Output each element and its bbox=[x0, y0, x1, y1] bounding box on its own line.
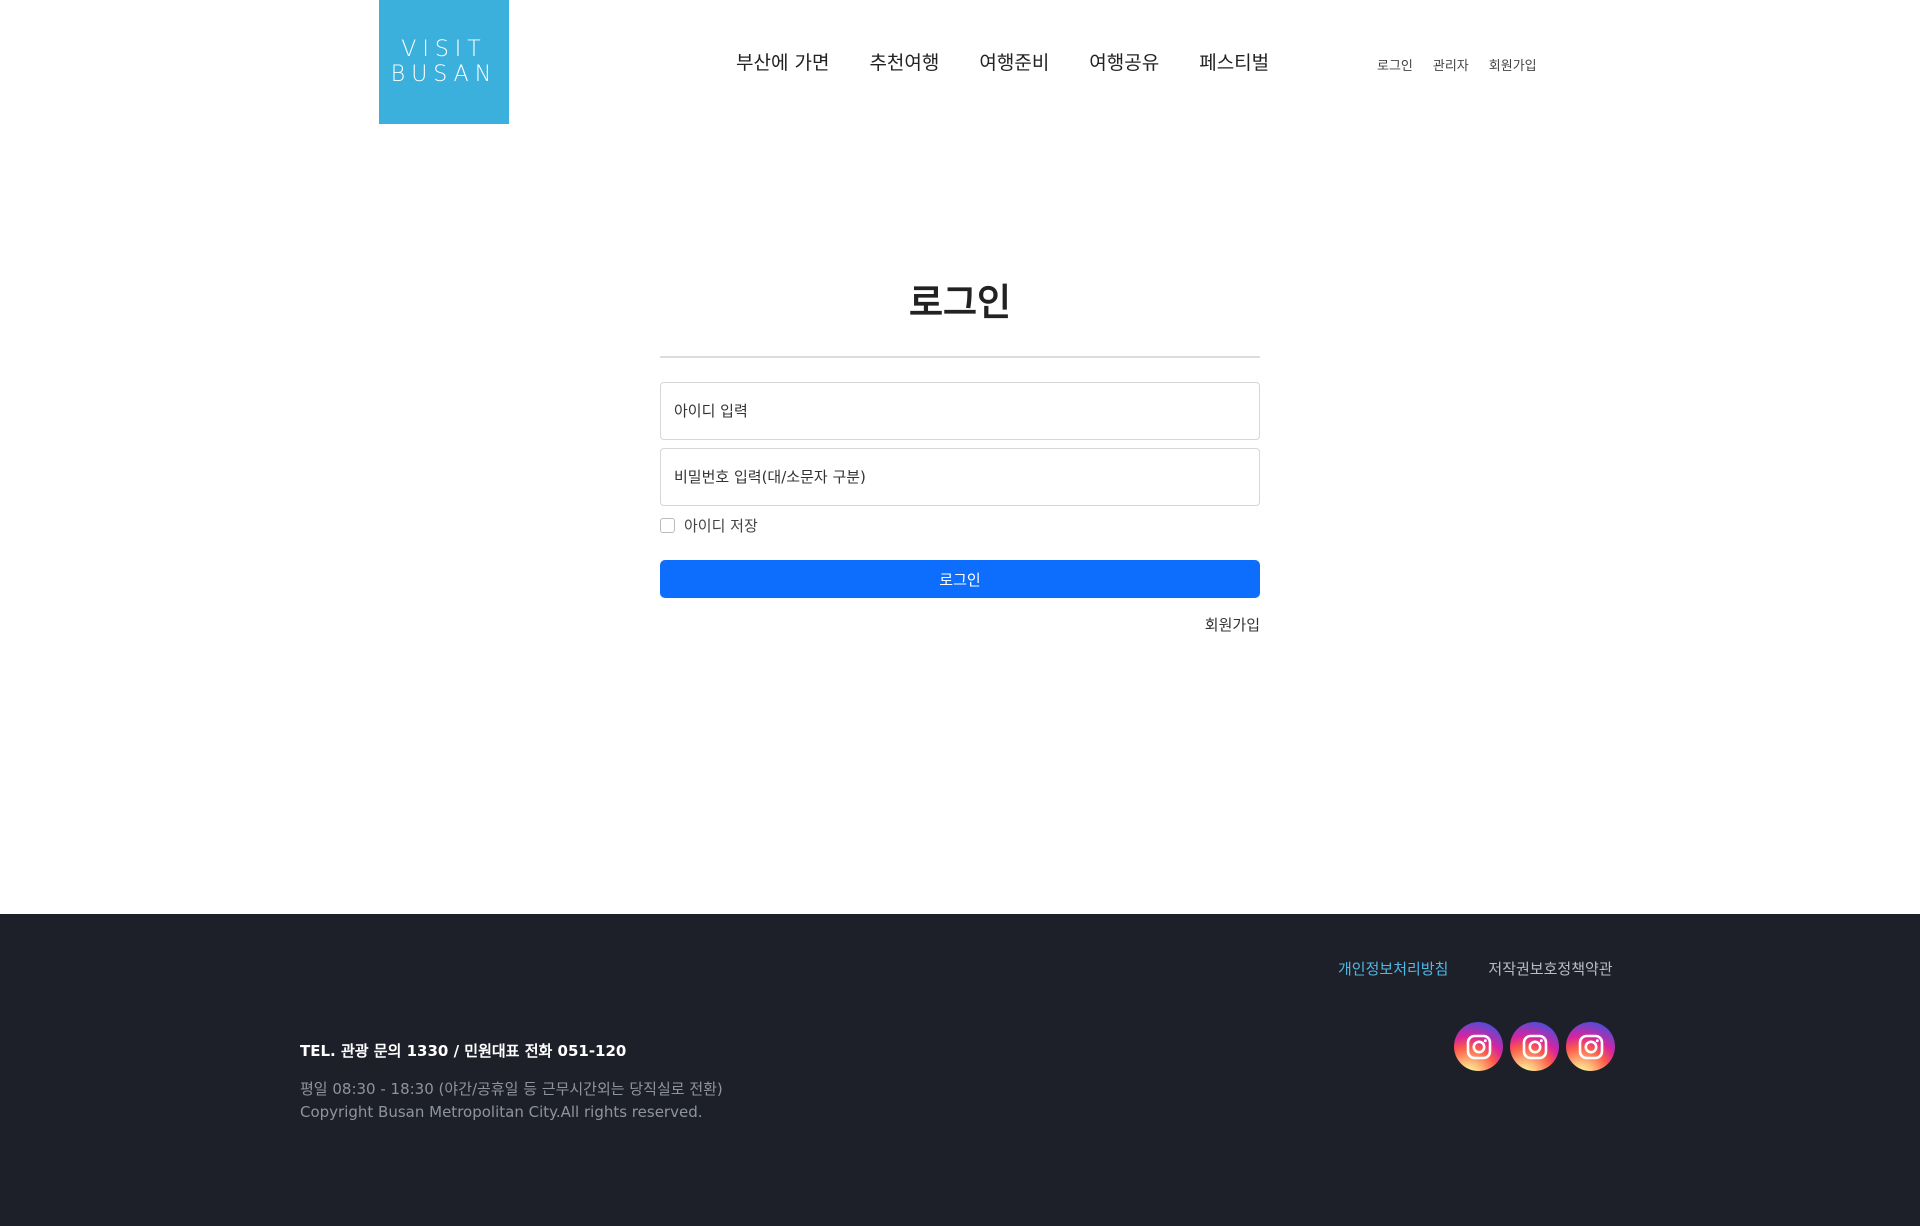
remember-id-checkbox[interactable] bbox=[660, 517, 675, 533]
main-navigation: 부산에 가면 추천여행 여행준비 여행공유 페스티벌 bbox=[736, 48, 1269, 75]
title-divider bbox=[660, 356, 1260, 358]
copyright-policy-link[interactable]: 저작권보호정책약관 bbox=[1488, 958, 1612, 979]
contact-phone: TEL. 관광 문의 1330 / 민원대표 전화 051-120 bbox=[300, 1042, 627, 1060]
privacy-policy-link[interactable]: 개인정보처리방침 bbox=[1338, 958, 1448, 979]
instagram-icon[interactable] bbox=[1566, 1022, 1615, 1071]
nav-item-festival[interactable]: 페스티벌 bbox=[1199, 48, 1269, 75]
utility-menu: 로그인 관리자 회원가입 bbox=[1377, 55, 1537, 74]
util-admin-link[interactable]: 관리자 bbox=[1433, 55, 1469, 74]
site-header: VISIT BUSAN 부산에 가면 추천여행 여행준비 여행공유 페스티벌 로… bbox=[0, 0, 1920, 124]
nav-item-recommended-trip[interactable]: 추천여행 bbox=[869, 48, 939, 75]
id-input[interactable] bbox=[660, 382, 1260, 440]
password-input[interactable] bbox=[660, 448, 1260, 506]
signup-link[interactable]: 회원가입 bbox=[660, 614, 1260, 635]
login-button[interactable]: 로그인 bbox=[660, 560, 1260, 598]
sns-links bbox=[1454, 1022, 1615, 1071]
logo-line-visit: VISIT bbox=[401, 37, 487, 62]
nav-item-busan[interactable]: 부산에 가면 bbox=[736, 48, 829, 75]
remember-id-row: 아이디 저장 bbox=[660, 515, 1260, 535]
site-footer: 개인정보처리방침 저작권보호정책약관 TEL. 관광 문의 1330 / 민원대… bbox=[0, 914, 1920, 1226]
copyright-text: Copyright Busan Metropolitan City.All ri… bbox=[300, 1103, 703, 1121]
instagram-icon[interactable] bbox=[1510, 1022, 1559, 1071]
logo-line-busan: BUSAN bbox=[390, 62, 498, 87]
office-hours: 평일 08:30 - 18:30 (야간/공휴일 등 근무시간외는 당직실로 전… bbox=[300, 1080, 723, 1098]
nav-item-trip-share[interactable]: 여행공유 bbox=[1089, 48, 1159, 75]
instagram-icon[interactable] bbox=[1454, 1022, 1503, 1071]
util-login-link[interactable]: 로그인 bbox=[1377, 55, 1413, 74]
remember-id-label[interactable]: 아이디 저장 bbox=[684, 515, 758, 536]
visit-busan-logo[interactable]: VISIT BUSAN bbox=[379, 0, 509, 124]
footer-links: 개인정보처리방침 저작권보호정책약관 bbox=[1338, 958, 1613, 979]
nav-item-trip-preparation[interactable]: 여행준비 bbox=[979, 48, 1049, 75]
login-form: 로그인 아이디 저장 로그인 회원가입 bbox=[660, 276, 1260, 635]
page-title: 로그인 bbox=[908, 281, 1012, 324]
util-signup-link[interactable]: 회원가입 bbox=[1489, 55, 1537, 74]
